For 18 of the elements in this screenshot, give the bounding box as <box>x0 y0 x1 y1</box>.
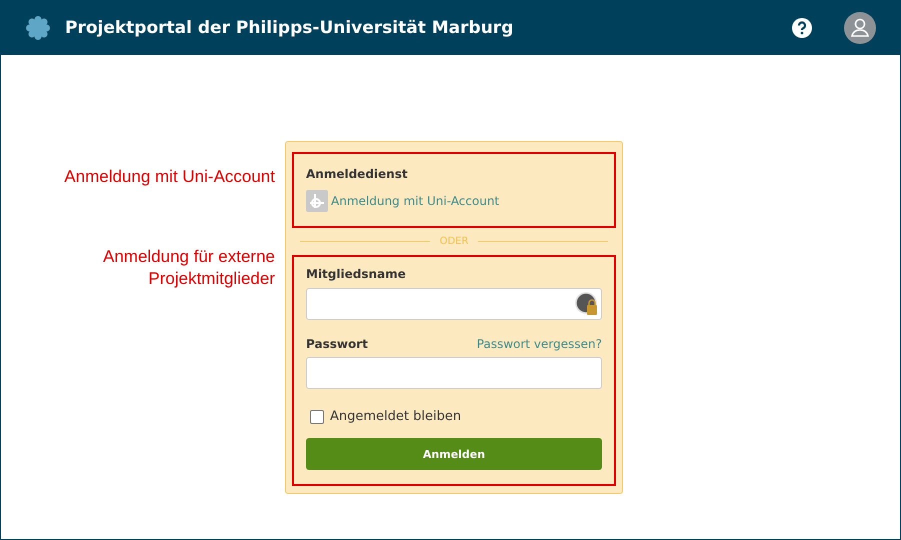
user-avatar-icon[interactable] <box>844 12 876 44</box>
checkbox-label: Angemeldet bleiben <box>330 409 462 424</box>
field-label: Mitgliedsname <box>306 267 406 281</box>
username-field[interactable] <box>306 288 602 320</box>
password-manager-icon[interactable] <box>575 292 599 316</box>
field-label: Passwort <box>306 337 368 351</box>
portal-title: Projektportal der Philipps-Universität Marburg <box>65 18 514 38</box>
annotation-text: Anmeldung für externe Projektmitglieder <box>102 246 275 290</box>
uni-account-link[interactable]: Anmeldung mit Uni-Account <box>331 194 500 208</box>
remember-checkbox[interactable] <box>310 410 324 424</box>
login-button[interactable]: Anmelden <box>306 438 602 470</box>
field-label: Anmeldedienst <box>306 167 408 181</box>
forgot-password-link[interactable]: Passwort vergessen? <box>476 337 602 351</box>
service-logo-icon <box>306 190 328 212</box>
help-icon[interactable] <box>792 18 812 38</box>
divider-text: ODER <box>440 236 468 247</box>
password-field[interactable] <box>306 357 602 389</box>
annotation-text: Anmeldung mit Uni-Account <box>63 166 275 188</box>
